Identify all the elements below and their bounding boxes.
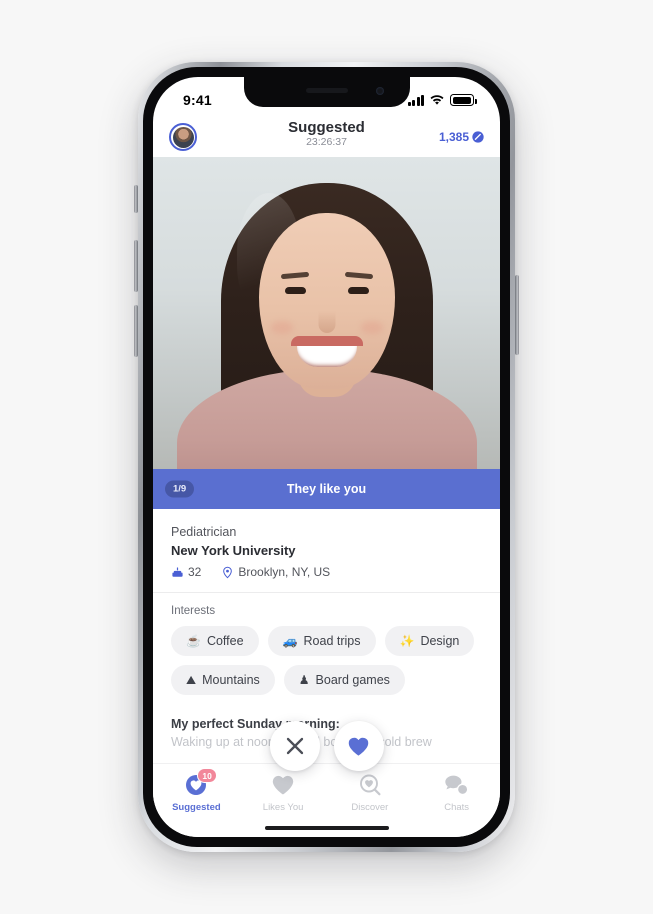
- tab-label: Chats: [444, 802, 470, 813]
- credits-counter[interactable]: 1,385: [439, 130, 484, 144]
- heart-circle-icon: 10: [183, 768, 217, 797]
- home-indicator[interactable]: [264, 826, 389, 830]
- they-like-you-banner[interactable]: 1/9 They like you: [153, 469, 500, 509]
- heart-icon: [270, 773, 296, 797]
- battery-icon: [450, 94, 477, 106]
- pass-button[interactable]: [269, 721, 320, 771]
- heart-search-icon: [357, 773, 383, 797]
- avatar-image: [172, 126, 194, 148]
- profile-location-label: Brooklyn, NY, US: [238, 565, 331, 579]
- avatar[interactable]: [169, 123, 197, 151]
- chat-bubbles-icon: [444, 773, 470, 797]
- phone-screen: 9:41 Suggested 23:26:37 1,385 1/9 They l…: [153, 77, 500, 837]
- credits-count-label: 1,385: [438, 130, 469, 144]
- phone-bezel: 9:41 Suggested 23:26:37 1,385 1/9 They l…: [143, 67, 510, 847]
- photo-face: [258, 213, 395, 389]
- interest-chip[interactable]: ♟ Board games: [283, 665, 405, 695]
- coffee-icon: ☕: [186, 634, 201, 648]
- profile-photo[interactable]: [153, 157, 500, 469]
- interest-chip[interactable]: 🚙 Road trips: [267, 626, 376, 656]
- banner-label: They like you: [286, 482, 367, 496]
- power-button[interactable]: [515, 275, 519, 355]
- interest-chip-label: Board games: [315, 673, 390, 687]
- profile-school: New York University: [171, 543, 296, 558]
- action-buttons: [153, 721, 500, 771]
- interest-chips: ☕ Coffee 🚙 Road trips ✨ Design ⛰ Mountai…: [171, 626, 482, 695]
- sparkles-icon: ✨: [399, 634, 415, 648]
- status-indicators: [407, 94, 477, 106]
- verified-badge-icon: [472, 131, 484, 143]
- chess-pawn-icon: ♟: [298, 673, 310, 687]
- birthday-cake-icon: [172, 566, 183, 577]
- tab-likes-you[interactable]: Likes You: [240, 773, 327, 813]
- cellular-bars-icon: [407, 94, 424, 106]
- interest-chip-label: Coffee: [206, 634, 244, 648]
- profile-location: Brooklyn, NY, US: [221, 565, 330, 579]
- profile-content: Pediatrician New York University 32 Broo…: [153, 509, 500, 751]
- tab-label: Discover: [351, 802, 389, 813]
- tab-chats[interactable]: Chats: [413, 773, 500, 813]
- tab-label: Likes You: [262, 802, 304, 813]
- interest-chip-label: Road trips: [303, 634, 361, 648]
- mountain-icon: ⛰: [186, 673, 197, 687]
- interest-chip[interactable]: ☕ Coffee: [171, 626, 259, 656]
- interests-title: Interests: [171, 605, 216, 617]
- photo-counter-pill: 1/9: [165, 480, 195, 498]
- interests-section: Interests ☕ Coffee 🚙 Road trips ✨ Design…: [153, 593, 500, 701]
- tab-discover[interactable]: Discover: [327, 773, 414, 813]
- phone-frame: 9:41 Suggested 23:26:37 1,385 1/9 They l…: [138, 62, 515, 852]
- profile-role: Pediatrician: [171, 525, 237, 539]
- heart-icon: [348, 737, 369, 756]
- like-button[interactable]: [333, 721, 384, 771]
- profile-summary: Pediatrician New York University 32 Broo…: [153, 509, 500, 593]
- interest-chip[interactable]: ✨ Design: [384, 626, 475, 656]
- profile-age: 32: [171, 565, 201, 579]
- interest-chip-label: Mountains: [202, 673, 260, 687]
- tab-bar: 10 Suggested Likes You Discover Chats: [153, 763, 500, 837]
- status-bar: 9:41: [153, 77, 500, 117]
- interest-chip[interactable]: ⛰ Mountains: [171, 665, 275, 695]
- car-icon: 🚙: [282, 634, 298, 648]
- tab-label: Suggested: [172, 802, 221, 813]
- app-header: Suggested 23:26:37 1,385: [153, 117, 500, 157]
- tab-suggested[interactable]: 10 Suggested: [153, 768, 240, 813]
- map-pin-icon: [223, 566, 233, 578]
- profile-meta: 32 Brooklyn, NY, US: [171, 565, 482, 579]
- interest-chip-label: Design: [420, 634, 460, 648]
- screenshot-stage: 9:41 Suggested 23:26:37 1,385 1/9 They l…: [0, 0, 653, 914]
- profile-age-label: 32: [188, 565, 202, 579]
- status-time: 9:41: [183, 92, 212, 108]
- wifi-icon: [430, 95, 444, 105]
- close-icon: [286, 737, 303, 755]
